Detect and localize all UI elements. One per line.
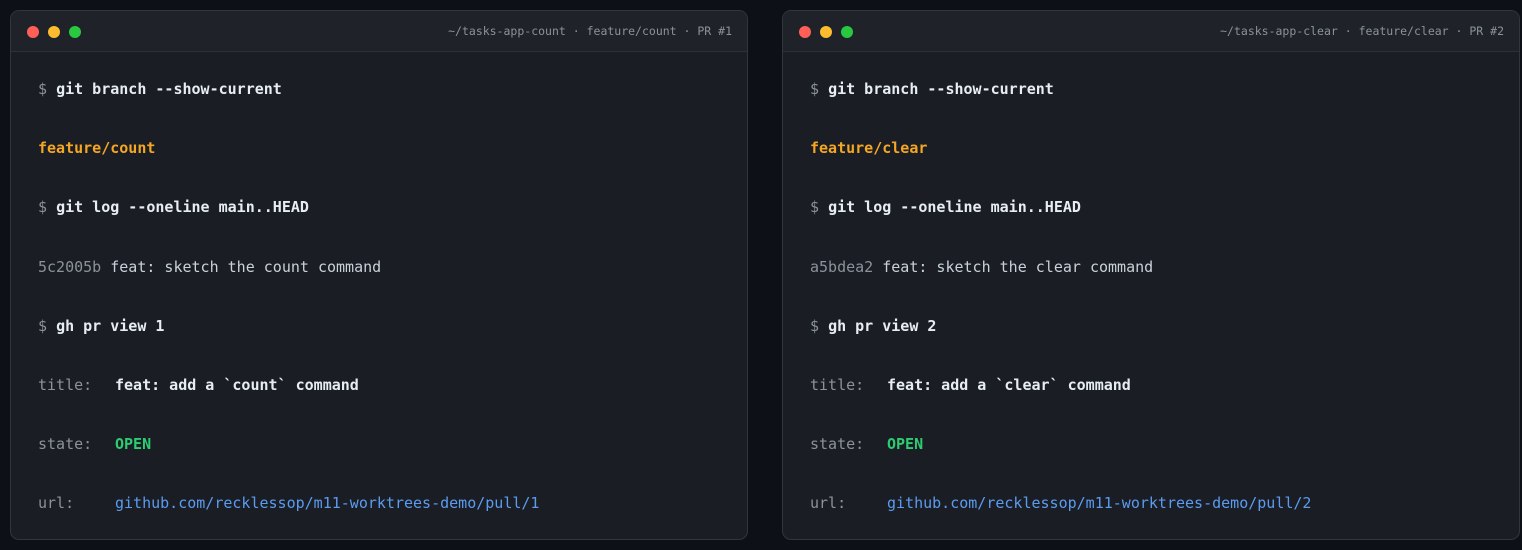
field-label: url: (38, 494, 75, 512)
output-line: a5bdea2 feat: sketch the clear command (810, 257, 1153, 277)
output-line: feature/clear (810, 138, 927, 158)
terminal-window-count[interactable]: ~/tasks-app-count · feature/count · PR #… (10, 10, 748, 540)
terminal-stage: ~/tasks-app-count · feature/count · PR #… (0, 0, 1522, 550)
command-line: $ git branch --show-current (810, 79, 1054, 99)
commit-hash: 5c2005b (38, 258, 102, 276)
prompt-symbol: $ (38, 80, 48, 98)
pr-title-row: title: feat: add a `count` command (38, 375, 359, 395)
branch-name: feature/count (38, 139, 156, 157)
command-line: $ git log --oneline main..HEAD (38, 197, 309, 217)
terminal-titlebar[interactable]: ~/tasks-app-count · feature/count · PR #… (11, 11, 747, 52)
minimize-window-icon[interactable] (820, 26, 832, 38)
pr-title: feat: add a `clear` command (887, 376, 1131, 394)
maximize-window-icon[interactable] (841, 26, 853, 38)
maximize-window-icon[interactable] (69, 26, 81, 38)
pr-state-row: state: OPEN (810, 434, 923, 454)
prompt-symbol: $ (38, 317, 48, 335)
command-text: git log --oneline main..HEAD (828, 198, 1081, 216)
pr-url-link[interactable]: github.com/recklessop/m11-worktrees-demo… (887, 494, 1311, 512)
terminal-window-clear[interactable]: ~/tasks-app-clear · feature/clear · PR #… (782, 10, 1520, 540)
field-label: state: (810, 435, 865, 453)
close-window-icon[interactable] (27, 26, 39, 38)
field-label: title: (810, 376, 865, 394)
commit-hash: a5bdea2 (810, 258, 874, 276)
pr-title-row: title: feat: add a `clear` command (810, 375, 1131, 395)
pr-title: feat: add a `count` command (115, 376, 359, 394)
command-text: git branch --show-current (828, 80, 1054, 98)
command-line: $ git log --oneline main..HEAD (810, 197, 1081, 217)
commit-message: feat: sketch the clear command (882, 258, 1154, 276)
field-label: title: (38, 376, 93, 394)
field-label: url: (810, 494, 847, 512)
close-window-icon[interactable] (799, 26, 811, 38)
pr-url-row: url: github.com/recklessop/m11-worktrees-… (810, 493, 1311, 513)
command-text: gh pr view 1 (56, 317, 165, 335)
field-label: state: (38, 435, 93, 453)
branch-name: feature/clear (810, 139, 928, 157)
commit-message: feat: sketch the count command (110, 258, 382, 276)
command-text: gh pr view 2 (828, 317, 937, 335)
output-line: 5c2005b feat: sketch the count command (38, 257, 381, 277)
minimize-window-icon[interactable] (48, 26, 60, 38)
terminal-titlebar[interactable]: ~/tasks-app-clear · feature/clear · PR #… (783, 11, 1519, 52)
output-line: feature/count (38, 138, 155, 158)
pr-url-link[interactable]: github.com/recklessop/m11-worktrees-demo… (115, 494, 539, 512)
pr-state-badge: OPEN (887, 435, 924, 453)
prompt-symbol: $ (810, 80, 820, 98)
command-line: $ git branch --show-current (38, 79, 282, 99)
command-text: git log --oneline main..HEAD (56, 198, 309, 216)
pr-url-row: url: github.com/recklessop/m11-worktrees-… (38, 493, 539, 513)
command-line: $ gh pr view 2 (810, 316, 936, 336)
pr-state-row: state: OPEN (38, 434, 151, 454)
window-title: ~/tasks-app-count · feature/count · PR #… (448, 24, 732, 38)
prompt-symbol: $ (38, 198, 48, 216)
command-text: git branch --show-current (56, 80, 282, 98)
prompt-symbol: $ (810, 198, 820, 216)
window-title: ~/tasks-app-clear · feature/clear · PR #… (1220, 24, 1504, 38)
prompt-symbol: $ (810, 317, 820, 335)
command-line: $ gh pr view 1 (38, 316, 164, 336)
pr-state-badge: OPEN (115, 435, 152, 453)
